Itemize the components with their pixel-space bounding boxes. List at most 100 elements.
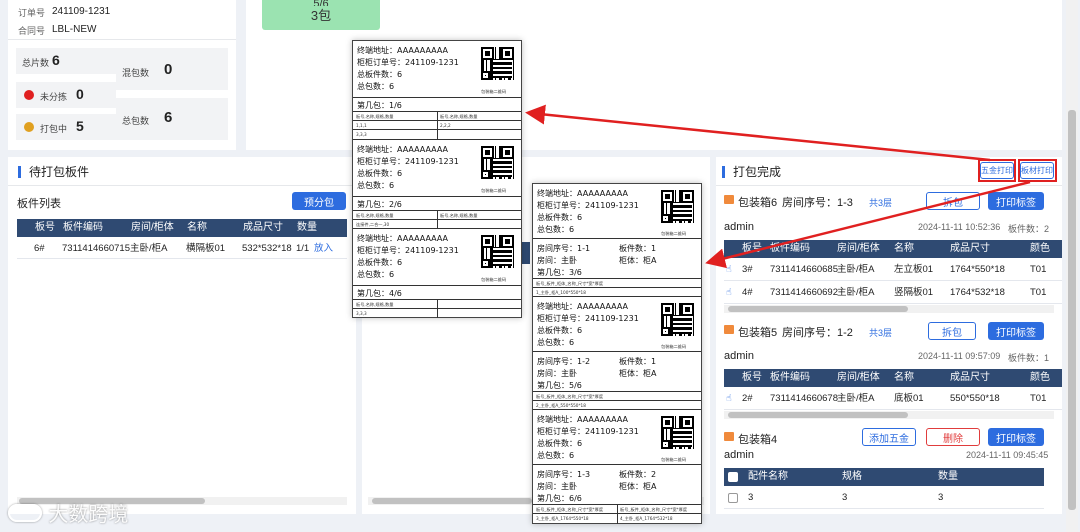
label-nth: 第几包：4/6 (357, 289, 402, 298)
grid-divider (533, 513, 701, 514)
cell-code: 7311414660685 (770, 264, 838, 275)
label-room-seq: 房间序号：1-2 (537, 357, 591, 366)
qr-code-icon (481, 235, 514, 268)
pack6-count: 板件数：2 (1008, 224, 1050, 234)
label-packs: 总包数：6 (357, 82, 395, 91)
page-scrollbar-thumb[interactable] (1068, 110, 1076, 510)
pack5-scrollbar[interactable] (724, 411, 1054, 419)
grid-cell: 1,1,1 (356, 123, 367, 128)
select-all-checkbox[interactable] (728, 472, 738, 482)
qr-code-icon (481, 47, 514, 80)
pending-divider (8, 185, 356, 186)
package-icon (724, 432, 734, 441)
table-row[interactable]: 3 3 3 (724, 487, 1044, 509)
pack5-user: admin (724, 350, 754, 362)
label-packs: 总包数：6 (537, 451, 575, 460)
col-header: 名称 (187, 222, 207, 233)
cell-name: 左立板01 (894, 264, 934, 275)
delete-button[interactable]: 删除 (926, 428, 980, 446)
scrollbar-thumb[interactable] (728, 412, 908, 418)
label-nth-block: 第几包：4/6 (353, 286, 521, 300)
contract-label: 合同号 (18, 26, 46, 36)
progress-line2: 3包 (310, 8, 332, 23)
label-room-block: 房间序号：1-2 板件数：1 房间：主卧 柜体：柜A 第几包：5/6 (533, 352, 701, 392)
label-boards: 总板件数：6 (537, 326, 583, 335)
label-grid: 板号_板件_柜体_名称_尺寸*宽*厚度 1_主卧_柜A_100*550*18 (533, 279, 701, 297)
list-title: 板件列表 (17, 198, 61, 210)
pack5-time: 2024-11-11 09:57:09 (918, 351, 1001, 361)
grid-divider (533, 287, 701, 288)
split-pack-button[interactable]: 拆包 (926, 192, 980, 210)
print-label-button[interactable]: 打印标签 (988, 428, 1044, 446)
row-checkbox[interactable] (728, 493, 738, 503)
pack6-user: admin (724, 221, 754, 233)
pack6-scrollbar[interactable] (724, 305, 1054, 313)
pending-table-header: 板号 板件编码 房间/柜体 名称 成品尺寸 数量 (17, 219, 347, 237)
hardware-label-preview: 终端地址：AAAAAAAAA 柜柜订单号：241109-1231 总板件数：6 … (352, 40, 522, 318)
label-header-block: 终端地址：AAAAAAAAA 柜柜订单号：241109-1231 总板件数：6 … (353, 229, 521, 286)
label-packs: 总包数：6 (357, 181, 395, 190)
info-divider (8, 39, 236, 40)
package-icon (724, 325, 734, 334)
cell-room: 主卧/柜A (837, 264, 875, 275)
label-boards: 总板件数：6 (357, 258, 403, 267)
label-addr: 终端地址：AAAAAAAAA (357, 145, 449, 154)
label-header-block: 终端地址：AAAAAAAAA 柜柜订单号：241109-1231 总板件数：6 … (353, 41, 521, 98)
label-cabinet: 柜体：柜A (619, 482, 657, 491)
label-packs: 总包数：6 (357, 270, 395, 279)
grid-header: 板号_板件_柜体_名称_尺寸*宽*厚度 (536, 507, 604, 512)
print-label-button[interactable]: 打印标签 (988, 322, 1044, 340)
cell-no: 2# (742, 393, 753, 404)
label-board-count: 板件数：2 (619, 470, 657, 479)
grid-cell: 2,2,2 (440, 123, 451, 128)
page-scrollbar[interactable] (1066, 0, 1078, 532)
row-handle-icon[interactable]: ☝ (726, 388, 732, 410)
total-packs-value: 6 (164, 109, 173, 126)
pre-pack-button[interactable]: 预分包 (292, 192, 346, 210)
pack5-layers[interactable]: 共3层 (869, 326, 892, 339)
col-header: 颜色 (1030, 372, 1050, 383)
qr-code-icon (661, 190, 694, 223)
put-in-link[interactable]: 放入 (314, 239, 333, 259)
grid-header: 板号,名称,规格,数量 (356, 114, 394, 119)
label-nth: 第几包：6/6 (537, 494, 582, 503)
label-room: 房间：主卧 (537, 256, 577, 265)
label-room-block: 房间序号：1-1 板件数：1 房间：主卧 柜体：柜A 第几包：3/6 (533, 239, 701, 279)
table-row[interactable]: ☝ 4# 7311414660692 主卧/柜A 竖隔板01 1764*532*… (724, 282, 1062, 304)
label-addr: 终端地址：AAAAAAAAA (357, 46, 449, 55)
row-handle-icon[interactable]: ☝ (726, 259, 732, 281)
table-row[interactable]: ☝ 3# 7311414660685 主卧/柜A 左立板01 1764*550*… (724, 259, 1062, 281)
pack4-user: admin (724, 449, 754, 461)
cell-room: 主卧/柜A (837, 287, 875, 298)
col-header: 配件名称 (748, 471, 788, 482)
annotation-box-board (1018, 159, 1057, 182)
print-label-button[interactable]: 打印标签 (988, 192, 1044, 210)
grid-cell: 3_主卧_柜A_1764*550*18 (536, 516, 589, 521)
grid-cell: 3,3,3 (356, 132, 367, 137)
packing-label: 打包中 (40, 124, 68, 134)
col-header: 颜色 (1030, 243, 1050, 254)
scrollbar-thumb[interactable] (728, 306, 908, 312)
label-grid: 板号_板件_柜体_名称_尺寸*宽*厚度 2_主卧_柜A_550*550*18 (533, 392, 701, 410)
unsorted-box: 未分拣 0 (16, 82, 116, 108)
col-header: 房间/柜体 (837, 243, 880, 254)
table-row[interactable]: ☝ 2# 7311414660678 主卧/柜A 底板01 550*550*18… (724, 388, 1062, 410)
total-pieces-box: 总片数 6 (16, 48, 116, 74)
cell-size: 1764*532*18 (950, 287, 1005, 298)
scrollbar-thumb[interactable] (372, 498, 532, 504)
cell-color: T01 (1030, 393, 1047, 404)
split-pack-button[interactable]: 拆包 (928, 322, 976, 340)
add-hardware-button[interactable]: 添加五金 (862, 428, 916, 446)
row-handle-icon[interactable]: ☝ (726, 282, 732, 304)
pack6-layers[interactable]: 共3层 (869, 196, 892, 209)
order-no-label: 订单号 (18, 8, 46, 18)
cell-name: 底板01 (894, 393, 924, 404)
table-row[interactable]: 6# 7311414660715 主卧/柜A 横隔板01 532*532*18 … (17, 239, 347, 259)
label-packs: 总包数：6 (537, 225, 575, 234)
total-pieces-value: 6 (52, 52, 60, 68)
cell-no: 6# (34, 243, 45, 254)
label-boards: 总板件数：6 (357, 70, 403, 79)
grid-divider (353, 308, 521, 309)
cell-code: 7311414660692 (770, 287, 838, 298)
qr-code-icon (661, 303, 694, 336)
